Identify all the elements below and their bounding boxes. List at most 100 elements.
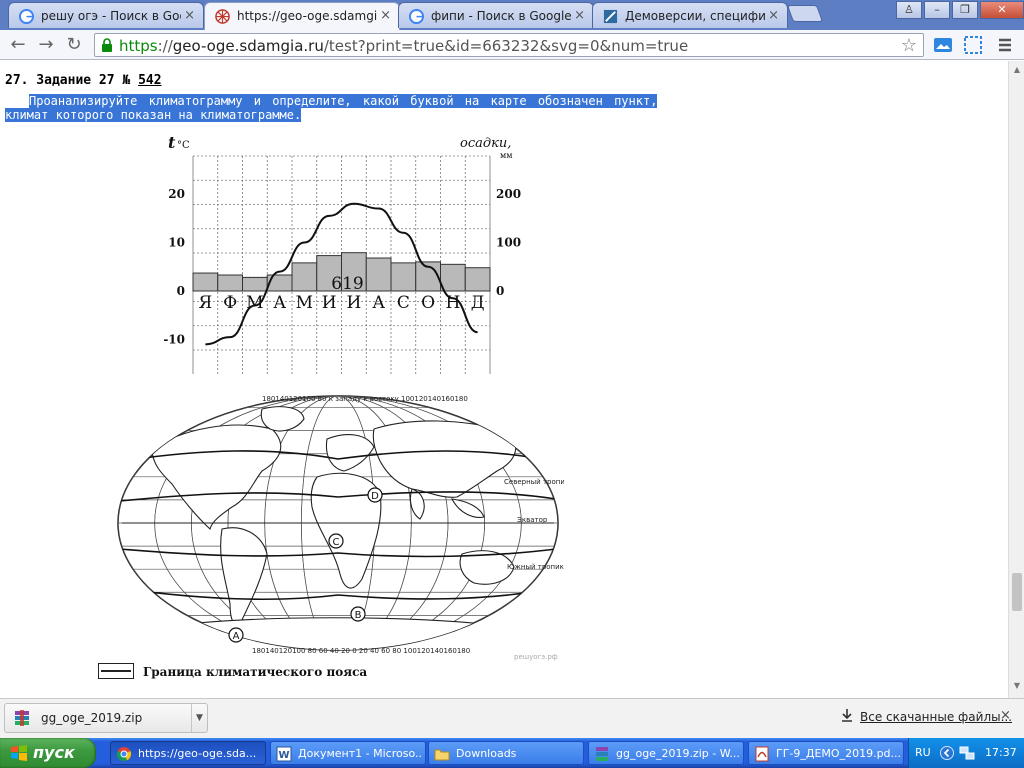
- pdf-icon: [755, 746, 769, 762]
- network-icon[interactable]: [959, 745, 975, 761]
- taskbar-item-pdf[interactable]: ГГ-9_ДЕМО_2019.pd...: [748, 741, 904, 765]
- url-host: geo-oge.sdamgia.ru: [172, 37, 324, 55]
- taskbar-item-label: https://geo-oge.sda...: [138, 747, 257, 760]
- tab-google-fipi[interactable]: фипи - Поиск в Google ×: [398, 2, 594, 28]
- restore-button[interactable]: ❐: [952, 1, 978, 19]
- download-item[interactable]: gg_oge_2019.zip ▼: [4, 703, 208, 733]
- scroll-up-icon[interactable]: ▲: [1012, 65, 1022, 75]
- north-tropic-label: Северный тропик: [504, 478, 564, 486]
- tab-close-icon[interactable]: ×: [768, 8, 779, 23]
- address-bar[interactable]: https://geo-oge.sdamgia.ru/test?print=tr…: [94, 33, 924, 57]
- tab-google-reshu[interactable]: решу огэ - Поиск в Google ×: [8, 2, 204, 28]
- tab-title: фипи - Поиск в Google: [431, 9, 571, 23]
- precipitation-bar: [242, 276, 268, 292]
- forward-button[interactable]: →: [34, 33, 58, 57]
- month-label: А: [372, 293, 385, 313]
- tab-strip: решу огэ - Поиск в Google × https://geo-…: [0, 0, 1024, 30]
- month-label: Я: [199, 293, 213, 313]
- bookmark-star-icon[interactable]: ☆: [901, 35, 917, 56]
- url-path: /test?print=true&id=663232&svg=0&num=tru…: [323, 37, 689, 55]
- word-icon: W: [276, 746, 292, 762]
- temperature-axis-unit: °С: [177, 140, 190, 151]
- winrar-archive-icon: [15, 710, 29, 726]
- taskbar-item-label: ГГ-9_ДЕМО_2019.pd...: [776, 747, 900, 760]
- google-icon: [409, 9, 424, 24]
- start-label: пуск: [33, 743, 75, 762]
- url-scheme: https: [119, 37, 158, 55]
- antarctica: [151, 617, 525, 650]
- scroll-down-icon[interactable]: ▼: [1012, 681, 1022, 691]
- taskbar: пуск https://geo-oge.sda... W Документ1 …: [0, 738, 1024, 768]
- precipitation-bar: [365, 257, 392, 292]
- temperature-tick-label: 10: [168, 236, 185, 250]
- user-icon[interactable]: ♙: [896, 1, 922, 19]
- month-label: С: [397, 293, 410, 313]
- map-legend-text: Граница климатического пояса: [143, 665, 368, 679]
- taskbar-item-word[interactable]: W Документ1 - Microso...: [270, 741, 426, 765]
- reload-button[interactable]: ↻: [62, 33, 86, 57]
- tab-fipi-demo[interactable]: Демоверсии, спецификаци ×: [592, 2, 788, 28]
- minimize-button[interactable]: –: [924, 1, 950, 19]
- screenshot-extension-icon[interactable]: [932, 34, 954, 56]
- download-item-name: gg_oge_2019.zip: [41, 711, 143, 725]
- scroll-thumb[interactable]: [1012, 573, 1022, 611]
- month-label: Ф: [223, 293, 237, 313]
- tab-close-icon[interactable]: ×: [184, 8, 195, 23]
- task-text: Проанализируйте климатограмму и определи…: [5, 94, 660, 122]
- lock-icon: [102, 38, 112, 52]
- back-button[interactable]: ←: [6, 33, 30, 57]
- browser-toolbar: ← → ↻ https://geo-oge.sdamgia.ru/test?pr…: [0, 30, 1024, 60]
- fipi-icon: [603, 9, 618, 24]
- south-tropic-label: Южный тропик: [507, 563, 564, 571]
- url-text[interactable]: https://geo-oge.sdamgia.ru/test?print=tr…: [119, 37, 688, 55]
- precipitation-axis-unit: мм: [500, 151, 512, 160]
- climatogram: 20100-10 2001000 ЯФМАМИИАСОНД 619 t °С о…: [163, 133, 521, 374]
- sdamgia-icon: [215, 9, 230, 24]
- tab-sdamgia[interactable]: https://geo-oge.sdamgia.ru/ ×: [204, 2, 400, 30]
- temperature-axis-ticks: 20 10 0 -10: [163, 187, 185, 347]
- tab-title: решу огэ - Поиск в Google: [41, 9, 181, 23]
- month-label: А: [273, 293, 286, 313]
- tab-close-icon[interactable]: ×: [380, 8, 391, 23]
- taskbar-item-chrome[interactable]: https://geo-oge.sda...: [110, 741, 266, 765]
- month-label: М: [296, 293, 313, 313]
- temperature-axis-title: t: [168, 133, 176, 152]
- taskbar-item-winrar[interactable]: gg_oge_2019.zip - W...: [588, 741, 744, 765]
- taskbar-item-label: gg_oge_2019.zip - W...: [616, 747, 740, 760]
- task-heading-label: 27. Задание 27 №: [5, 73, 131, 88]
- month-label: И: [322, 293, 337, 313]
- close-window-button[interactable]: ✕: [980, 1, 1024, 19]
- precipitation-bar: [192, 272, 219, 292]
- tray-expand-icon[interactable]: [939, 745, 955, 761]
- point-b-marker: B: [350, 606, 366, 622]
- temperature-tick-label: 0: [177, 284, 185, 298]
- tab-title: https://geo-oge.sdamgia.ru/: [237, 9, 377, 23]
- month-label: И: [346, 293, 361, 313]
- close-download-shelf-icon[interactable]: ×: [1000, 708, 1011, 723]
- task-text-line-2: климат которого показан на климатограмме…: [5, 108, 302, 122]
- point-c-marker: C: [328, 533, 344, 549]
- chrome-icon: [116, 747, 132, 761]
- clock: 17:37: [985, 746, 1017, 759]
- month-label: О: [421, 293, 435, 313]
- task-number-link[interactable]: 542: [138, 73, 161, 88]
- crop-extension-icon[interactable]: [962, 34, 984, 56]
- precipitation-tick-label: 0: [496, 284, 504, 298]
- taskbar-item-downloads[interactable]: Downloads: [428, 741, 584, 765]
- temperature-tick-label: 20: [168, 187, 185, 201]
- language-indicator[interactable]: RU: [915, 746, 931, 759]
- vertical-scrollbar[interactable]: ▲ ▼: [1008, 61, 1024, 698]
- taskbar-item-label: Документ1 - Microso...: [298, 747, 422, 760]
- tab-close-icon[interactable]: ×: [574, 8, 585, 23]
- download-shelf: gg_oge_2019.zip ▼ Все скачанные файлы...…: [0, 698, 1024, 738]
- precipitation-bar: [291, 262, 318, 292]
- watermark: решуогэ.рф: [514, 653, 558, 661]
- download-menu-chevron-icon[interactable]: ▼: [191, 704, 207, 732]
- precipitation-bar: [440, 263, 466, 292]
- month-label: Д: [471, 293, 485, 313]
- start-button[interactable]: пуск: [0, 738, 96, 768]
- menu-icon[interactable]: [994, 34, 1016, 56]
- show-all-downloads-link[interactable]: Все скачанные файлы...: [860, 710, 1012, 724]
- precipitation-axis-ticks: 200 100 0: [496, 187, 521, 298]
- new-tab-button[interactable]: [786, 5, 824, 22]
